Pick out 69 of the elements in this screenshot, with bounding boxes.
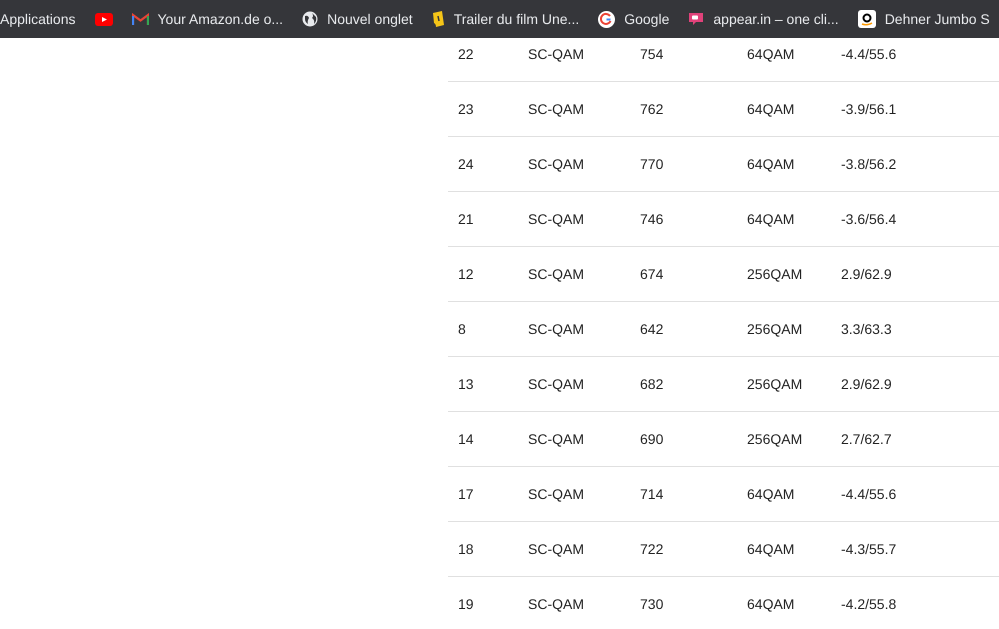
table-cell: -4.4/55.6 bbox=[841, 46, 896, 62]
table-cell: 22 bbox=[458, 46, 474, 62]
chat-bubble-icon bbox=[688, 12, 704, 26]
table-cell: 674 bbox=[640, 266, 664, 282]
table-cell: SC-QAM bbox=[528, 156, 584, 172]
table-cell: SC-QAM bbox=[528, 430, 584, 446]
table-cell: 17 bbox=[458, 486, 474, 502]
table-cell: 762 bbox=[640, 100, 664, 116]
table-cell: 3.3/63.3 bbox=[841, 320, 892, 336]
bookmark-item[interactable]: Dehner Jumbo S bbox=[858, 8, 990, 30]
table-cell: 2.9/62.9 bbox=[841, 376, 892, 392]
table-cell: 64QAM bbox=[747, 210, 794, 226]
table-cell: 64QAM bbox=[747, 156, 794, 172]
table-cell: 8 bbox=[458, 320, 466, 336]
table-cell: -4.3/55.7 bbox=[841, 540, 896, 556]
table-cell: 12 bbox=[458, 266, 474, 282]
bookmark-item[interactable]: Trailer du film Une... bbox=[432, 8, 580, 30]
table-cell: 64QAM bbox=[747, 486, 794, 502]
table-cell: 2.7/62.7 bbox=[841, 430, 892, 446]
bookmark-item[interactable]: Google bbox=[598, 8, 670, 30]
table-cell: 14 bbox=[458, 430, 474, 446]
google-g-icon bbox=[598, 10, 616, 28]
bookmark-item[interactable]: appear.in – one cli... bbox=[688, 8, 839, 30]
table-cell: 730 bbox=[640, 596, 664, 612]
table-cell: 256QAM bbox=[747, 266, 802, 282]
table-cell: -3.9/56.1 bbox=[841, 100, 896, 116]
table-cell: 256QAM bbox=[747, 376, 802, 392]
table-cell: 23 bbox=[458, 100, 474, 116]
table-cell: 770 bbox=[640, 156, 664, 172]
mail-icon bbox=[132, 12, 148, 26]
table-cell: 21 bbox=[458, 210, 474, 226]
table-cell: 24 bbox=[458, 156, 474, 172]
table-cell: SC-QAM bbox=[528, 46, 584, 62]
table-cell: SC-QAM bbox=[528, 486, 584, 502]
table-cell: 754 bbox=[640, 46, 664, 62]
table-cell: -3.8/56.2 bbox=[841, 156, 896, 172]
table-cell: SC-QAM bbox=[528, 320, 584, 336]
bookmark-item[interactable]: Nouvel onglet bbox=[302, 8, 413, 30]
ticket-icon bbox=[432, 10, 445, 28]
table-cell: SC-QAM bbox=[528, 266, 584, 282]
table-cell: 64QAM bbox=[747, 596, 794, 612]
bookmark-item[interactable] bbox=[94, 12, 112, 26]
table-cell: 2.9/62.9 bbox=[841, 266, 892, 282]
table-cell: -4.2/55.8 bbox=[841, 596, 896, 612]
table-cell: 714 bbox=[640, 486, 664, 502]
table-cell: 64QAM bbox=[747, 100, 794, 116]
globe-icon bbox=[302, 11, 318, 27]
table-cell: 13 bbox=[458, 376, 474, 392]
table-cell: SC-QAM bbox=[528, 540, 584, 556]
table-cell: 722 bbox=[640, 540, 664, 556]
table-cell: 18 bbox=[458, 540, 474, 556]
table-cell: 19 bbox=[458, 596, 474, 612]
table-cell: 642 bbox=[640, 320, 664, 336]
bookmark-item[interactable]: Applications bbox=[0, 8, 76, 30]
table-cell: 682 bbox=[640, 376, 664, 392]
table-cell: 746 bbox=[640, 210, 664, 226]
table-cell: SC-QAM bbox=[528, 100, 584, 116]
table-cell: -4.4/55.6 bbox=[841, 486, 896, 502]
table-cell: 64QAM bbox=[747, 540, 794, 556]
table-cell: SC-QAM bbox=[528, 376, 584, 392]
table-cell: SC-QAM bbox=[528, 210, 584, 226]
table-cell: SC-QAM bbox=[528, 596, 584, 612]
table-cell: 256QAM bbox=[747, 430, 802, 446]
table-cell: 690 bbox=[640, 430, 664, 446]
table-cell: 256QAM bbox=[747, 320, 802, 336]
bookmark-item[interactable]: Your Amazon.de o... bbox=[132, 8, 284, 30]
table-cell: 64QAM bbox=[747, 46, 794, 62]
table-cell: -3.6/56.4 bbox=[841, 210, 896, 226]
video-play-icon bbox=[94, 12, 112, 26]
